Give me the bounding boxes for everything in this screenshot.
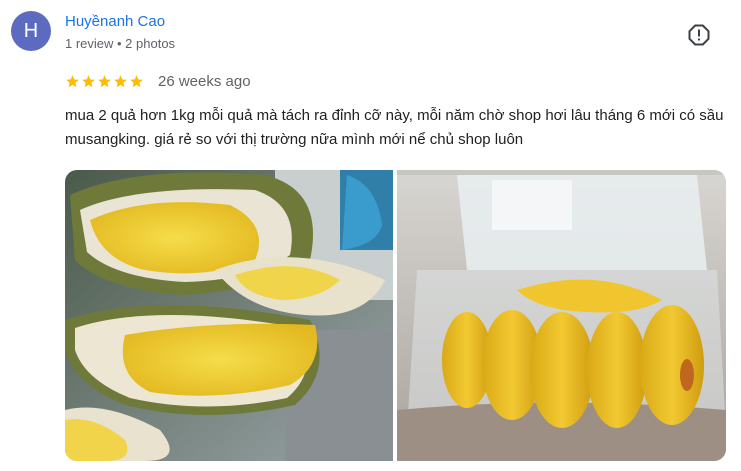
star-rating xyxy=(65,74,144,89)
star-icon xyxy=(82,74,95,87)
review-date: 26 weeks ago xyxy=(158,72,251,90)
report-button[interactable] xyxy=(687,23,711,47)
review-text: mua 2 quả hơn 1kg mỗi quả mà tách ra đỉn… xyxy=(65,107,724,148)
report-flag-icon xyxy=(688,24,710,46)
star-icon xyxy=(130,74,143,87)
review-photo-1[interactable] xyxy=(65,170,393,461)
durian-pods-container-photo xyxy=(397,170,726,461)
star-icon xyxy=(98,74,111,87)
durian-opened-photo xyxy=(65,170,393,461)
reviewer-name[interactable]: Huyềnanh Cao xyxy=(65,13,165,30)
rating-row: 26 weeks ago xyxy=(65,71,251,91)
reviewer-meta: 1 review • 2 photos xyxy=(65,36,176,51)
star-icon xyxy=(114,74,127,87)
star-icon xyxy=(66,74,79,87)
review-photo-2[interactable] xyxy=(397,170,726,461)
avatar[interactable]: H xyxy=(11,11,51,51)
